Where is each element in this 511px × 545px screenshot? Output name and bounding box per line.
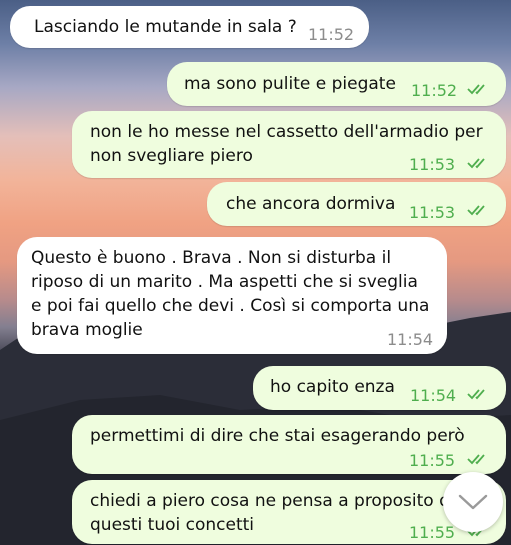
message-text: ho capito enza	[270, 377, 395, 397]
message-time: 11:54	[410, 386, 457, 405]
message-text: Lasciando le mutande in sala ?	[34, 17, 297, 37]
message-text-line: Questo è buono . Brava . Non si disturba…	[31, 248, 392, 268]
double-check-icon	[467, 205, 485, 216]
message-text-line: chiedi a piero cosa ne pensa a proposito…	[90, 491, 455, 511]
message-text-line: e poi fai quello che devi . Così si comp…	[31, 296, 430, 316]
message-time: 11:53	[409, 203, 456, 222]
scroll-down-button[interactable]	[443, 472, 503, 532]
message-bubble-outgoing[interactable]: ho capito enza 11:54	[253, 366, 506, 410]
message-bubble-outgoing[interactable]: chiedi a piero cosa ne pensa a proposito…	[72, 480, 506, 544]
message-bubble-incoming[interactable]: Questo è buono . Brava . Non si disturba…	[17, 237, 447, 354]
message-text-line: non svegliare piero	[90, 146, 253, 166]
message-time: 11:53	[409, 155, 456, 174]
chevron-down-icon	[458, 494, 488, 510]
message-bubble-outgoing[interactable]: che ancora dormiva 11:53	[207, 182, 506, 226]
message-text: permettimi di dire che stai esagerando p…	[90, 426, 465, 446]
message-text: ma sono pulite e piegate	[184, 74, 396, 94]
message-text-line: brava moglie	[31, 320, 143, 340]
message-bubble-incoming[interactable]: Lasciando le mutande in sala ? 11:52	[10, 6, 369, 48]
message-bubble-outgoing[interactable]: non le ho messe nel cassetto dell'armadi…	[72, 111, 506, 178]
message-text-line: riposo di un marito . Ma aspetti che si …	[31, 272, 418, 292]
message-bubble-outgoing[interactable]: ma sono pulite e piegate 11:52	[167, 62, 506, 106]
message-time: 11:54	[387, 330, 434, 349]
message-text-line: non le ho messe nel cassetto dell'armadi…	[90, 122, 483, 142]
double-check-icon	[467, 84, 485, 95]
message-bubble-outgoing[interactable]: permettimi di dire che stai esagerando p…	[72, 415, 506, 474]
double-check-icon	[467, 389, 485, 400]
message-text-line: questi tuoi concetti	[90, 515, 255, 535]
double-check-icon	[467, 158, 485, 169]
message-time: 11:52	[308, 25, 355, 44]
message-text: che ancora dormiva	[226, 194, 396, 214]
message-time: 11:52	[411, 81, 458, 100]
message-time: 11:55	[409, 451, 456, 470]
double-check-icon	[467, 454, 485, 465]
